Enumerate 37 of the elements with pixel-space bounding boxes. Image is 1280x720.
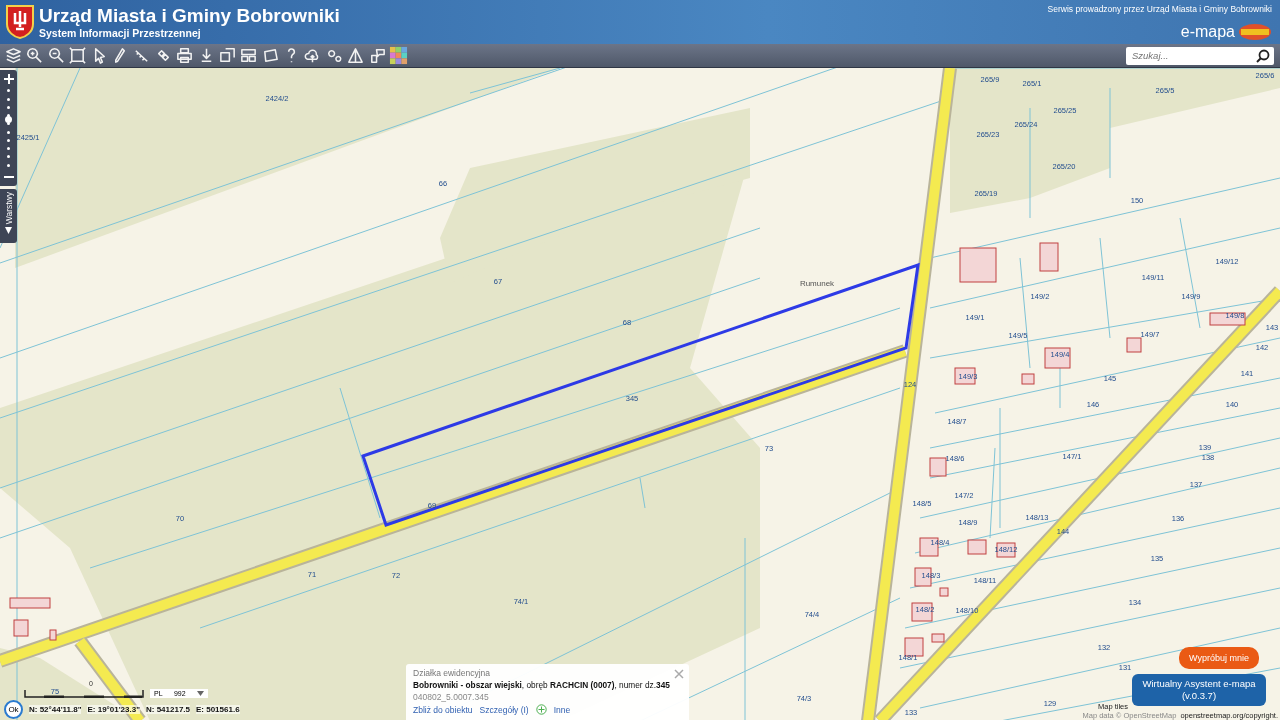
popup-heading: Działka ewidencyjna (413, 668, 491, 678)
parcel-identifier: 040802_5.0007.345 (413, 692, 490, 702)
search-field[interactable]: Szukaj... (1126, 46, 1274, 65)
full-extent-icon[interactable] (68, 46, 88, 65)
globe-logo-icon (1238, 23, 1272, 41)
popup-link[interactable]: Inne (553, 704, 571, 715)
search-icon (1256, 48, 1270, 63)
coordinate-value: N: 52°44'11.8" (29, 705, 82, 714)
triangle-icon (5, 227, 12, 235)
color-grid-icon[interactable] (389, 46, 409, 65)
operator-text: Serwis prowadzony przez Urząd Miasta i Gminy Bobrowniki (1047, 4, 1272, 14)
try-me-bubble[interactable]: Wypróbuj mnie (1179, 647, 1259, 669)
zoom-in-icon[interactable] (3, 74, 14, 84)
parcel-description: Bobrowniki - obszar wiejski, obręb RACHCIN (0007), numer dz.345 (413, 680, 671, 690)
scale-bar-icon (24, 689, 144, 698)
printer-icon[interactable] (175, 46, 195, 65)
coordinate-value: E: 501561.6 (196, 705, 240, 714)
zoom-in-icon[interactable] (25, 46, 45, 65)
triangle-icon[interactable] (346, 46, 366, 65)
popup-link[interactable]: Zbliż do obiektu (413, 704, 473, 715)
brand-logo-text: e-mapa (1180, 23, 1235, 41)
copy-icon[interactable] (217, 46, 237, 65)
caret-icon (197, 691, 204, 696)
coordinate-value: N: 541217.5 (145, 705, 190, 714)
popup-link[interactable]: Szczegóły (I) (479, 704, 529, 715)
coat-of-arms-icon (6, 5, 34, 39)
coordinate-value: E: 19°01'23.3" (87, 705, 140, 714)
layout-icon[interactable] (239, 46, 259, 65)
plus-circle-icon[interactable] (535, 704, 547, 715)
layers-tab[interactable]: Warstwy (0, 189, 17, 243)
site-subtitle: System Informacji Przestrzennej (39, 27, 202, 39)
place-name: Rumunek (799, 278, 835, 288)
zoom-out-icon[interactable] (46, 46, 66, 65)
site-title: Urząd Miasta i Gminy Bobrowniki (39, 5, 340, 27)
assistant-button[interactable]: Wirtualny Asystent e-mapa (v.0.3.7) (1132, 674, 1266, 706)
layers-icon[interactable] (4, 46, 23, 65)
zoom-slider-thumb[interactable] (4, 116, 12, 124)
